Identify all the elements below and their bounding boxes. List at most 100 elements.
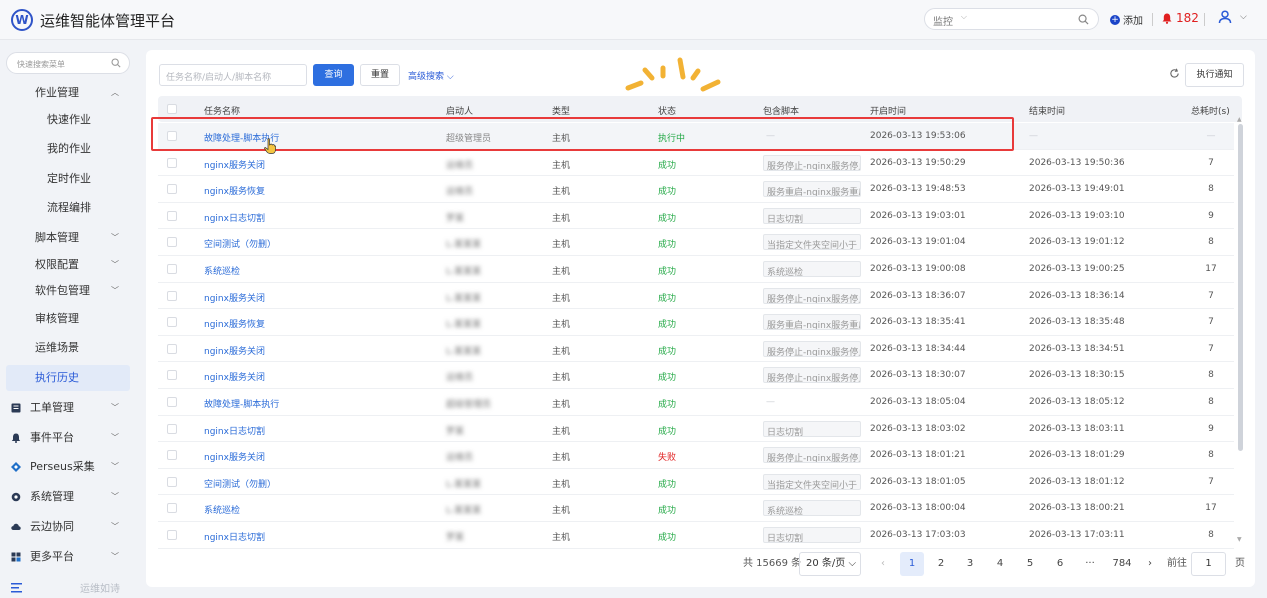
task-name-link[interactable]: 空间测试（勿删）	[204, 477, 276, 490]
row-checkbox[interactable]	[167, 184, 177, 195]
table-row[interactable]: nginx服务恢复 L-某某某 主机 成功 服务重启-nginx服务重启 2026-03-…	[158, 309, 1234, 336]
advanced-search-toggle[interactable]: 高级搜索 ⌵	[408, 69, 454, 82]
next-page-button[interactable]: ›	[1138, 552, 1162, 576]
task-name-link[interactable]: nginx日志切割	[204, 211, 265, 224]
menu-collapse-icon[interactable]	[11, 583, 22, 593]
table-row[interactable]: nginx服务关闭 运维员 主机 失败 服务停止-nginx服务停止 2026-03-13…	[158, 442, 1234, 469]
prev-page-button[interactable]: ‹	[871, 552, 895, 576]
sidebar-item-package-management[interactable]: 软件包管理 ﹀	[0, 278, 140, 304]
task-name-link[interactable]: nginx服务恢复	[204, 317, 265, 330]
table-row[interactable]: 系统巡检 L-某某某 主机 成功 系统巡检 2026-03-13 19:00:08 2026…	[158, 256, 1234, 283]
table-row[interactable]: nginx服务关闭 运维员 主机 成功 服务停止-nginx服务停止 2026-03-13…	[158, 362, 1234, 389]
row-checkbox[interactable]	[167, 503, 177, 514]
reset-button[interactable]: 重置	[360, 64, 400, 86]
scroll-up-arrow[interactable]: ▲	[1237, 116, 1242, 123]
column-header-start-time[interactable]: 开启时间	[870, 104, 906, 117]
task-name-link[interactable]: nginx服务关闭	[204, 291, 265, 304]
sidebar-item-execution-history[interactable]: 执行历史	[6, 365, 130, 391]
goto-page-input[interactable]: 1	[1191, 552, 1226, 576]
sidebar-item-audit-management[interactable]: 审核管理	[0, 306, 140, 332]
task-name-link[interactable]: nginx服务关闭	[204, 158, 265, 171]
column-header-end-time[interactable]: 结束时间	[1029, 104, 1065, 117]
table-row[interactable]: nginx服务关闭 运维员 主机 成功 服务停止-nginx服务停止 2026-03-13…	[158, 150, 1234, 177]
page-size-select[interactable]: 20 条/页 ⌵	[799, 552, 861, 576]
row-checkbox[interactable]	[167, 264, 177, 274]
sidebar-item-ticket-management[interactable]: 工单管理 ﹀	[0, 395, 140, 421]
query-button[interactable]: 查询	[313, 64, 354, 86]
page-button[interactable]: 4	[988, 552, 1012, 576]
sidebar-item-my-job[interactable]: 我的作业	[0, 136, 140, 162]
page-button[interactable]: 1	[900, 552, 924, 576]
sidebar-item-permission-config[interactable]: 权限配置 ﹀	[0, 252, 140, 278]
chevron-down-icon[interactable]: ⌵	[1240, 12, 1247, 22]
task-name-link[interactable]: 故障处理-脚本执行	[204, 397, 279, 410]
add-button[interactable]: + 添加	[1110, 12, 1143, 27]
page-button[interactable]: 6	[1048, 552, 1072, 576]
table-row[interactable]: nginx日志切割 罗某 主机 成功 日志切割 2026-03-13 19:03:01 20…	[158, 203, 1234, 230]
select-all-checkbox[interactable]	[167, 104, 177, 114]
task-name-link[interactable]: nginx日志切割	[204, 424, 265, 437]
row-checkbox[interactable]	[167, 237, 177, 248]
task-name-link[interactable]: 空间测试（勿删）	[204, 237, 276, 250]
task-name-link[interactable]: 系统巡检	[204, 503, 240, 516]
row-checkbox[interactable]	[167, 317, 177, 328]
sidebar-search-input[interactable]: 快速搜索菜单	[6, 52, 130, 74]
column-header-type[interactable]: 类型	[552, 104, 570, 117]
row-checkbox[interactable]	[167, 290, 177, 301]
user-icon[interactable]	[1218, 10, 1232, 24]
top-search-input[interactable]	[973, 8, 1099, 30]
page-button[interactable]: 2	[929, 552, 953, 576]
table-scrollbar[interactable]	[1238, 124, 1243, 451]
task-name-link[interactable]: nginx服务关闭	[204, 344, 265, 357]
sidebar-item-perseus-collection[interactable]: Perseus采集 ﹀	[0, 454, 140, 480]
row-checkbox[interactable]	[167, 131, 177, 141]
task-name-link[interactable]: nginx服务关闭	[204, 450, 265, 463]
column-header-starter[interactable]: 启动人	[446, 104, 473, 117]
task-name-link[interactable]: nginx日志切割	[204, 530, 265, 543]
table-row[interactable]: nginx日志切割 罗某 主机 成功 日志切割 2026-03-13 17:03:03 20…	[158, 522, 1234, 549]
row-checkbox[interactable]	[167, 370, 177, 381]
row-checkbox[interactable]	[167, 157, 177, 168]
page-button[interactable]: 784	[1108, 552, 1136, 576]
sidebar-item-event-platform[interactable]: 事件平台 ﹀	[0, 425, 140, 451]
table-row[interactable]: 空间测试（勿删） L-某某某 主机 成功 当指定文件夹空间小于 2026-03-13 19…	[158, 229, 1234, 256]
sidebar-item-flow-orchestration[interactable]: 流程编排	[0, 195, 140, 221]
row-checkbox[interactable]	[167, 423, 177, 434]
row-checkbox[interactable]	[167, 343, 177, 354]
sidebar-item-job-management[interactable]: 作业管理 ︿	[0, 80, 140, 106]
row-checkbox[interactable]	[167, 450, 177, 461]
table-row[interactable]: 故障处理-脚本执行 超级管理员 主机 成功 — 2026-03-13 18:05:04 20…	[158, 389, 1234, 416]
sidebar-item-quick-job[interactable]: 快速作业	[0, 107, 140, 133]
refresh-icon[interactable]	[1169, 68, 1180, 79]
page-button[interactable]: 3	[958, 552, 982, 576]
table-row[interactable]: nginx服务关闭 L-某某某 主机 成功 服务停止-nginx服务停止 2026-03-…	[158, 336, 1234, 363]
table-row[interactable]: nginx服务关闭 L-某某某 主机 成功 服务停止-nginx服务停止 2026-03-…	[158, 283, 1234, 310]
alarm-button[interactable]: 182	[1162, 11, 1199, 25]
scroll-down-arrow[interactable]: ▼	[1237, 536, 1242, 543]
row-checkbox[interactable]	[167, 476, 177, 487]
column-header-duration[interactable]: 总耗时(s)	[1191, 104, 1230, 117]
column-header-status[interactable]: 状态	[658, 104, 676, 117]
row-checkbox[interactable]	[167, 530, 177, 540]
table-row[interactable]: 故障处理-脚本执行 超级管理员 主机 执行中 —2026-03-13 19:53:06—…	[158, 123, 1234, 150]
sidebar-item-more-platforms[interactable]: 更多平台 ﹀	[0, 544, 140, 570]
column-header-scripts[interactable]: 包含脚本	[763, 104, 799, 117]
page-ellipsis[interactable]: ···	[1078, 552, 1102, 576]
sidebar-item-system-management[interactable]: 系统管理 ﹀	[0, 484, 140, 510]
table-row[interactable]: nginx日志切割 罗某 主机 成功 日志切割 2026-03-13 18:03:02 20…	[158, 416, 1234, 443]
monitor-select[interactable]: 监控 ⌵	[924, 8, 974, 30]
table-row[interactable]: 系统巡检 L-某某某 主机 成功 系统巡检 2026-03-13 18:00:04 2026…	[158, 495, 1234, 522]
row-checkbox[interactable]	[167, 210, 177, 221]
sidebar-item-cloud-edge[interactable]: 云边协同 ﹀	[0, 514, 140, 540]
row-checkbox[interactable]	[167, 397, 177, 407]
page-button[interactable]: 5	[1018, 552, 1042, 576]
column-header-task-name[interactable]: 任务名称	[204, 104, 240, 117]
sidebar-item-ops-scenario[interactable]: 运维场景	[0, 335, 140, 361]
table-row[interactable]: nginx服务恢复 运维员 主机 成功 服务重启-nginx服务重启 2026-03-13…	[158, 176, 1234, 203]
task-name-link[interactable]: 系统巡检	[204, 264, 240, 277]
task-name-link[interactable]: nginx服务关闭	[204, 370, 265, 383]
sidebar-item-script-management[interactable]: 脚本管理 ﹀	[0, 225, 140, 251]
task-name-link[interactable]: nginx服务恢复	[204, 184, 265, 197]
sidebar-item-scheduled-job[interactable]: 定时作业	[0, 166, 140, 192]
table-row[interactable]: 空间测试（勿删） L-某某某 主机 成功 当指定文件夹空间小于 2026-03-13 18…	[158, 469, 1234, 496]
